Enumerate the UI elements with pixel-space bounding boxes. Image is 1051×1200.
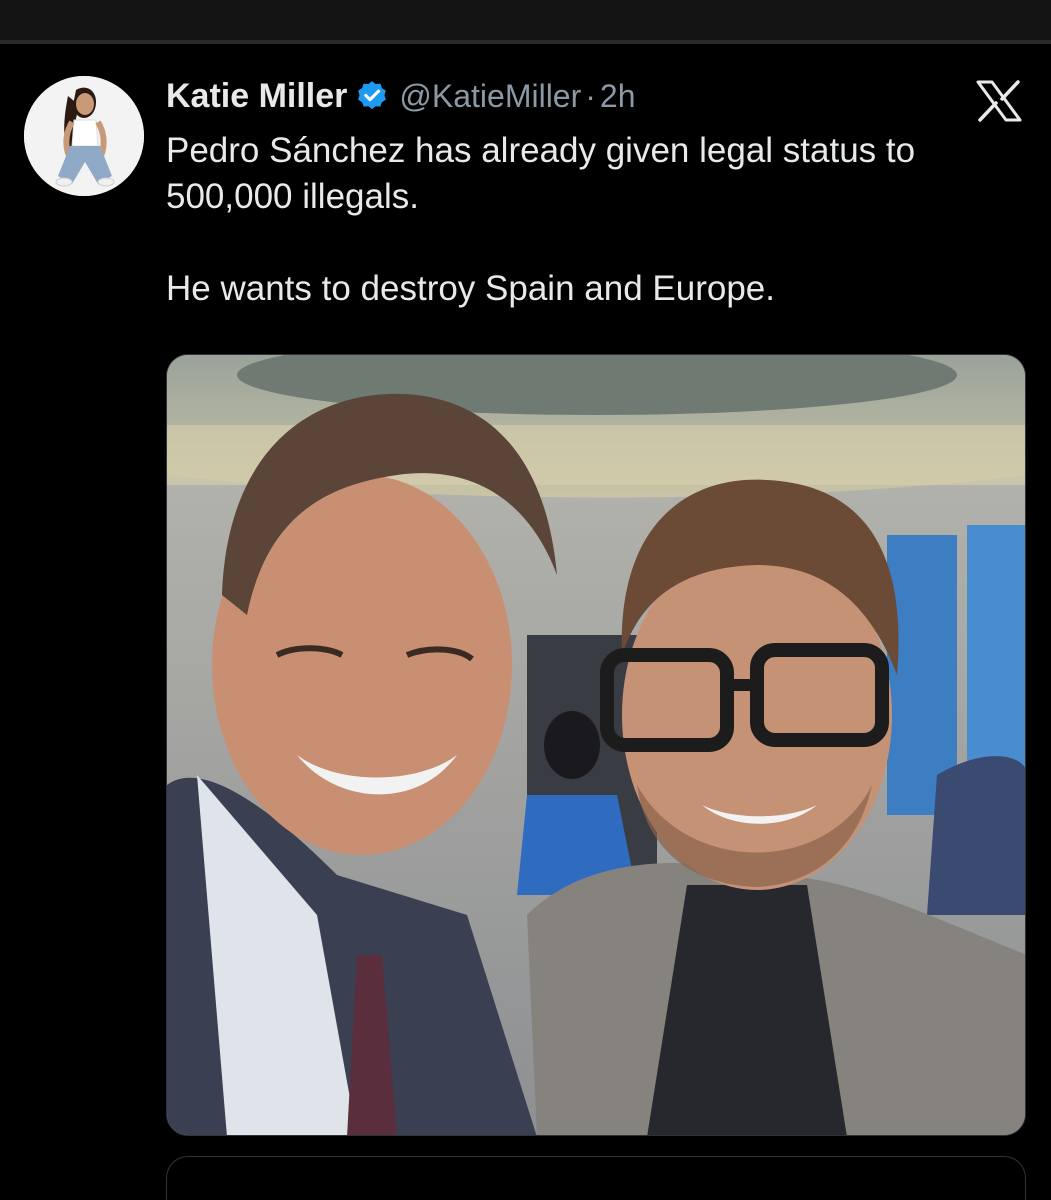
tweet-text-line: Pedro Sánchez has already given legal st… — [166, 131, 916, 216]
tweet-body: Pedro Sánchez has already given legal st… — [166, 128, 1036, 312]
photo-icon — [167, 355, 1025, 1135]
x-logo-icon — [976, 80, 1022, 122]
verified-badge-icon — [355, 79, 389, 113]
tweet-photo[interactable] — [166, 354, 1026, 1136]
separator-dot: · — [585, 77, 596, 114]
top-bar — [0, 0, 1051, 40]
avatar[interactable] — [24, 76, 144, 196]
timestamp[interactable]: 2h — [600, 78, 636, 115]
author-name[interactable]: Katie Miller — [166, 77, 347, 116]
next-card-edge — [166, 1156, 1026, 1200]
tweet-card[interactable]: Katie Miller @KatieMiller · 2h Pedro Sán… — [0, 44, 1051, 1200]
tweet-text-line: He wants to destroy Spain and Europe. — [166, 269, 775, 308]
tweet-header: Katie Miller @KatieMiller · 2h — [166, 74, 636, 118]
author-handle[interactable]: @KatieMiller — [399, 78, 581, 115]
avatar-photo — [24, 76, 144, 196]
